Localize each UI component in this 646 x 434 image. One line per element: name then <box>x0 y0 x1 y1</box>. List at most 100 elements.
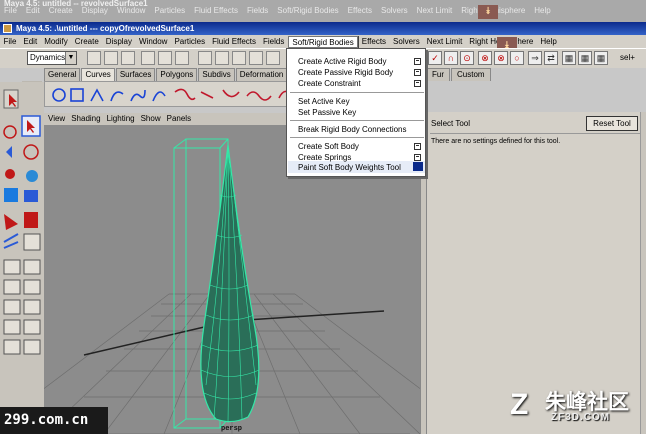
menu-help[interactable]: Help <box>537 37 560 46</box>
teardrop-mesh <box>200 144 260 424</box>
select-hierarchy-icon[interactable] <box>141 51 155 65</box>
chevron-down-icon[interactable]: ▼ <box>65 52 76 64</box>
pick-mask-icon[interactable] <box>266 51 280 65</box>
menu-edit[interactable]: Edit <box>20 37 41 46</box>
tab-subdivs[interactable]: Subdivs <box>198 68 235 81</box>
viewport-menu-show[interactable]: Show <box>141 113 161 125</box>
snap-icon[interactable]: ✓ <box>428 51 442 65</box>
menu-item-set-passive-key[interactable]: Set Passive Key <box>298 108 356 117</box>
snap-icon[interactable]: ∩ <box>444 51 458 65</box>
option-box-icon[interactable] <box>413 162 423 171</box>
pick-mask-icon[interactable] <box>232 51 246 65</box>
watermark-left: 299.com.cn <box>0 407 108 434</box>
viewport-menu-panels[interactable]: Panels <box>167 113 191 125</box>
pencil-curve-icon <box>130 89 146 102</box>
tab-curves[interactable]: Curves <box>81 68 115 81</box>
input-output-icon[interactable]: ⇄ <box>544 51 558 65</box>
menu-window[interactable]: Window <box>136 37 171 46</box>
option-box-icon[interactable] <box>414 69 421 76</box>
history-icon[interactable]: ⊗ <box>494 51 508 65</box>
menu-item-create-passive-rigid-body[interactable]: Create Passive Rigid Body <box>298 68 393 77</box>
viewport-menu-lighting[interactable]: Lighting <box>107 113 135 125</box>
menu-display[interactable]: Display <box>102 37 135 46</box>
tab-custom[interactable]: Custom <box>451 68 491 81</box>
snap-icon[interactable]: ⊙ <box>460 51 474 65</box>
menu-item-create-soft-body[interactable]: Create Soft Body <box>298 142 359 151</box>
sphere-icon <box>26 170 38 182</box>
save-scene-icon[interactable] <box>121 51 135 65</box>
menu-file[interactable]: File <box>0 37 20 46</box>
menu-next-limit[interactable]: Next Limit <box>423 37 466 46</box>
menu-item-paint-soft-body-weights-tool[interactable]: Paint Soft Body Weights Tool <box>298 163 401 172</box>
menu-modify[interactable]: Modify <box>41 37 72 46</box>
layout-outliner-icon <box>3 299 21 315</box>
ghost-menu-fields[interactable]: Fields <box>247 6 268 18</box>
history-icon[interactable]: ○ <box>510 51 524 65</box>
ghost-menu-create[interactable]: Create <box>49 6 73 18</box>
menu-soft-rigid-bodies[interactable]: Soft/Rigid Bodies <box>287 35 359 48</box>
watermark-right-en: ZF3D.COM <box>551 412 611 423</box>
render-clapper-icon[interactable]: ▦ <box>562 51 576 65</box>
cone-icon <box>4 214 18 230</box>
layout-hypershade-icon <box>3 319 21 335</box>
layout-split-icon <box>3 279 21 295</box>
selection-field-label[interactable]: sel+ <box>620 51 646 65</box>
ghost-menu-help[interactable]: Help <box>534 6 550 18</box>
tool-name: Select Tool <box>431 119 470 128</box>
select-object-icon[interactable] <box>158 51 172 65</box>
ghost-menu-display[interactable]: Display <box>82 6 108 18</box>
menu-fields[interactable]: Fields <box>260 37 288 46</box>
new-scene-icon[interactable] <box>87 51 101 65</box>
option-box-icon[interactable] <box>414 58 421 65</box>
ghost-menu-solvers[interactable]: Solvers <box>381 6 408 18</box>
menu-item-create-constraint[interactable]: Create Constraint <box>298 79 361 88</box>
ghost-menu-particles[interactable]: Particles <box>154 6 185 18</box>
menu-effects[interactable]: Effects <box>358 37 389 46</box>
ghost-menu-effects[interactable]: Effects <box>348 6 372 18</box>
toolbox-icons <box>3 89 41 355</box>
ghost-menu-next-limit[interactable]: Next Limit <box>417 6 453 18</box>
option-box-icon[interactable] <box>414 80 421 87</box>
viewport-menu-shading[interactable]: Shading <box>71 113 100 125</box>
menu-item-set-active-key[interactable]: Set Active Key <box>298 97 350 106</box>
menu-separator <box>290 137 424 138</box>
pick-mask-icon[interactable] <box>249 51 263 65</box>
scale-tool-icon <box>5 169 15 179</box>
menu-item-break-rigid-body-connections[interactable]: Break Rigid Body Connections <box>298 125 407 134</box>
tab-deformation[interactable]: Deformation <box>235 68 288 81</box>
pick-mask-icon[interactable] <box>198 51 212 65</box>
select-component-icon[interactable] <box>175 51 189 65</box>
menu-mode-select[interactable]: Dynamics ▼ <box>27 51 77 65</box>
tab-general[interactable]: General <box>44 68 81 81</box>
ghost-menu-edit[interactable]: Edit <box>26 6 40 18</box>
menu-fluid-effects[interactable]: Fluid Effects <box>209 37 260 46</box>
tool-settings-scrollbar[interactable] <box>640 112 646 434</box>
open-scene-icon[interactable] <box>104 51 118 65</box>
pick-mask-icon[interactable] <box>215 51 229 65</box>
menu-create[interactable]: Create <box>71 37 102 46</box>
tab-fur[interactable]: Fur <box>426 68 450 81</box>
cube-icon <box>4 188 18 202</box>
render-settings-icon[interactable]: ▦ <box>594 51 608 65</box>
reset-tool-button[interactable]: Reset Tool <box>586 116 638 131</box>
viewport-menu-view[interactable]: View <box>48 113 65 125</box>
arc-icon <box>152 91 166 102</box>
input-output-icon[interactable]: ⇒ <box>528 51 542 65</box>
menu-item-create-active-rigid-body[interactable]: Create Active Rigid Body <box>298 57 387 66</box>
menu-particles[interactable]: Particles <box>171 37 209 46</box>
layout-graph-icon <box>23 299 41 315</box>
menu-solvers[interactable]: Solvers <box>390 37 424 46</box>
option-box-icon[interactable] <box>414 154 421 161</box>
soft-rigid-bodies-menu: Create Active Rigid Body Create Passive … <box>286 48 426 177</box>
tab-surfaces[interactable]: Surfaces <box>115 68 156 81</box>
ghost-menu-fluid-effects[interactable]: Fluid Effects <box>194 6 238 18</box>
history-icon[interactable]: ⊗ <box>478 51 492 65</box>
ghost-menu-window[interactable]: Window <box>117 6 145 18</box>
option-box-icon[interactable] <box>414 143 421 150</box>
rotate-tool-icon <box>6 146 12 158</box>
ghost-menu-soft-rigid-bodies[interactable]: Soft/Rigid Bodies <box>277 6 338 18</box>
tab-polygons[interactable]: Polygons <box>156 68 198 81</box>
render-clapper-icon[interactable]: ▦ <box>578 51 592 65</box>
ghost-menu-file[interactable]: File <box>4 6 17 18</box>
menu-item-create-springs[interactable]: Create Springs <box>298 153 351 162</box>
